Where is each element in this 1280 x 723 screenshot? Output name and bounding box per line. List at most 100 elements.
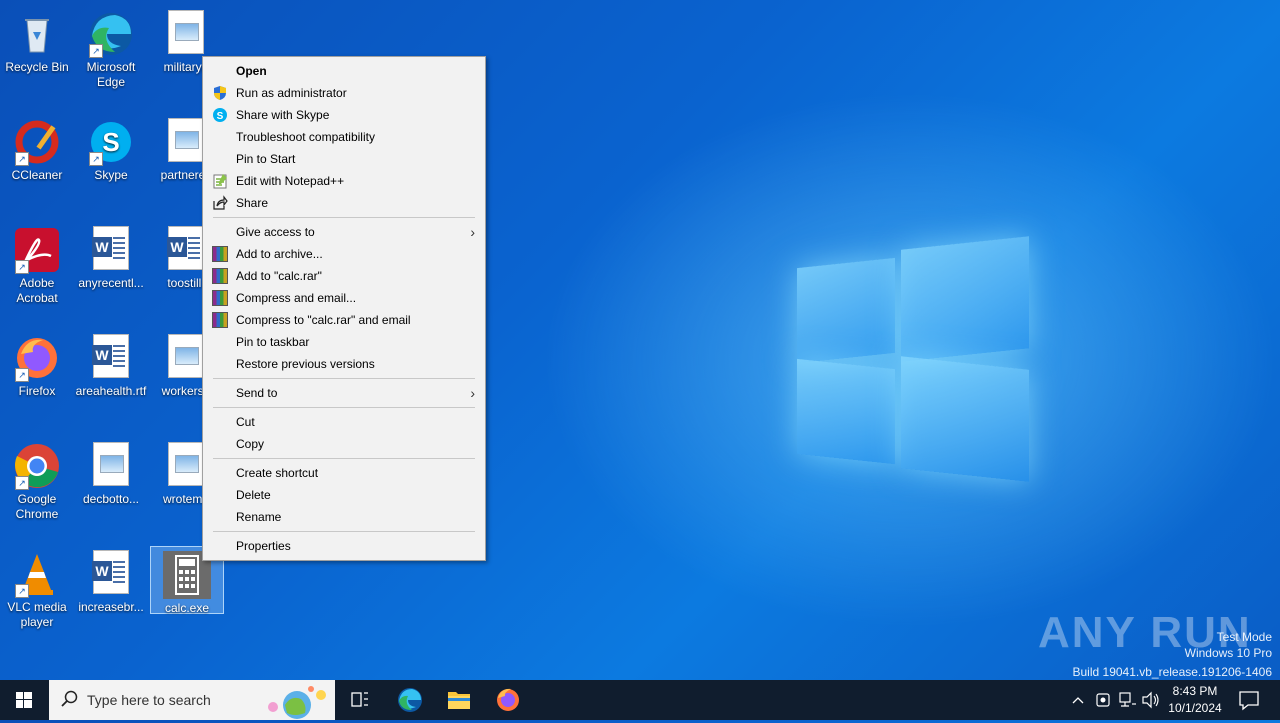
shortcut-arrow-icon: ↗ bbox=[15, 368, 29, 382]
menu-item-label: Open bbox=[236, 64, 267, 78]
menu-item-label: Send to bbox=[236, 386, 278, 400]
network-icon bbox=[1119, 692, 1136, 707]
desktop-icon-ccleaner[interactable]: ↗ CCleaner bbox=[1, 114, 73, 183]
desktop-icon-vlc[interactable]: ↗ VLC media player bbox=[1, 546, 73, 630]
taskbar-edge[interactable] bbox=[386, 680, 434, 720]
desktop-icon-firefox[interactable]: ↗ Firefox bbox=[1, 330, 73, 399]
svg-text:S: S bbox=[102, 127, 119, 157]
desktop-icon-recycle-bin[interactable]: Recycle Bin bbox=[1, 6, 73, 75]
word-document-icon: W bbox=[87, 334, 135, 382]
desktop-icon-label: VLC media player bbox=[7, 600, 67, 629]
build-label: Build 19041.vb_release.191206-1406 bbox=[1072, 665, 1273, 679]
menu-item-compress-to-calc-rar-and-email[interactable]: Compress to "calc.rar" and email bbox=[203, 309, 485, 331]
clock-date: 10/1/2024 bbox=[1168, 701, 1222, 715]
menu-item-delete[interactable]: Delete bbox=[203, 484, 485, 506]
desktop-icon-label: Microsoft Edge bbox=[86, 60, 136, 89]
menu-separator bbox=[213, 407, 475, 408]
show-hidden-icons-button[interactable] bbox=[1068, 680, 1088, 720]
notification-icon bbox=[1239, 691, 1259, 711]
start-button[interactable] bbox=[0, 680, 48, 720]
clock-time: 8:43 PM bbox=[1172, 684, 1218, 698]
shortcut-arrow-icon: ↗ bbox=[15, 260, 29, 274]
desktop-icon-anyrecentl[interactable]: W anyrecentl... bbox=[75, 222, 147, 291]
menu-item-pin-to-taskbar[interactable]: Pin to taskbar bbox=[203, 331, 485, 353]
edge-icon: ↗ bbox=[87, 10, 135, 58]
menu-item-give-access-to[interactable]: Give access to › bbox=[203, 221, 485, 243]
clock[interactable]: 8:43 PM 10/1/2024 bbox=[1166, 680, 1224, 720]
context-menu: Open Run as administrator S Share with S… bbox=[202, 56, 486, 561]
windows-start-icon bbox=[16, 692, 32, 708]
share-icon bbox=[212, 195, 228, 211]
network-button[interactable] bbox=[1116, 680, 1138, 720]
menu-item-pin-to-start[interactable]: Pin to Start bbox=[203, 148, 485, 170]
winrar-icon bbox=[212, 246, 228, 262]
menu-item-properties[interactable]: Properties bbox=[203, 535, 485, 557]
desktop-icon-skype[interactable]: S ↗ Skype bbox=[75, 114, 147, 183]
menu-item-label: Add to "calc.rar" bbox=[236, 269, 322, 283]
speaker-icon bbox=[1142, 691, 1159, 709]
skype-icon: S ↗ bbox=[87, 118, 135, 166]
uac-shield-icon bbox=[212, 85, 228, 101]
desktop-icon-adobe-acrobat[interactable]: ↗ Adobe Acrobat bbox=[1, 222, 73, 306]
firefox-icon bbox=[497, 688, 519, 711]
taskbar: Type here to search 8:43 PM 10/1/2024 bbox=[0, 680, 1280, 720]
menu-item-create-shortcut[interactable]: Create shortcut bbox=[203, 462, 485, 484]
menu-item-send-to[interactable]: Send to › bbox=[203, 382, 485, 404]
chevron-up-icon bbox=[1072, 697, 1084, 704]
menu-item-add-to-archive[interactable]: Add to archive... bbox=[203, 243, 485, 265]
adobe-acrobat-icon: ↗ bbox=[13, 226, 61, 274]
chrome-icon: ↗ bbox=[13, 442, 61, 490]
taskbar-file-explorer[interactable] bbox=[435, 680, 483, 720]
menu-separator bbox=[213, 458, 475, 459]
menu-item-share[interactable]: Share bbox=[203, 192, 485, 214]
menu-item-add-to-calc-rar[interactable]: Add to "calc.rar" bbox=[203, 265, 485, 287]
desktop-icon-label: decbotto... bbox=[82, 492, 140, 506]
desktop-icon-label: CCleaner bbox=[11, 168, 63, 182]
menu-separator bbox=[213, 217, 475, 218]
action-center-button[interactable] bbox=[1232, 680, 1272, 720]
menu-item-label: Add to archive... bbox=[236, 247, 323, 261]
menu-item-label: Properties bbox=[236, 539, 291, 553]
desktop-icon-label: areahealth.rtf bbox=[75, 384, 147, 398]
menu-item-open[interactable]: Open bbox=[203, 60, 485, 82]
menu-item-share-with-skype[interactable]: S Share with Skype bbox=[203, 104, 485, 126]
task-view-button[interactable] bbox=[336, 680, 384, 720]
menu-item-label: Share with Skype bbox=[236, 108, 330, 122]
menu-item-restore-previous-versions[interactable]: Restore previous versions bbox=[203, 353, 485, 375]
shortcut-arrow-icon: ↗ bbox=[89, 152, 103, 166]
chevron-right-icon: › bbox=[470, 224, 475, 240]
test-mode-label: Test Mode bbox=[1216, 630, 1272, 644]
image-file-icon bbox=[87, 442, 135, 490]
desktop-icon-google-chrome[interactable]: ↗ Google Chrome bbox=[1, 438, 73, 522]
chevron-right-icon: › bbox=[470, 385, 475, 401]
desktop-icon-areahealth[interactable]: W areahealth.rtf bbox=[75, 330, 147, 399]
desktop-icon-increasebr[interactable]: W increasebr... bbox=[75, 546, 147, 615]
menu-item-rename[interactable]: Rename bbox=[203, 506, 485, 528]
menu-item-edit-with-notepad[interactable]: Edit with Notepad++ bbox=[203, 170, 485, 192]
winrar-icon bbox=[212, 312, 228, 328]
desktop-icon-label: Adobe Acrobat bbox=[16, 276, 58, 305]
menu-item-run-as-administrator[interactable]: Run as administrator bbox=[203, 82, 485, 104]
search-box[interactable]: Type here to search bbox=[49, 680, 335, 720]
desktop-icon-microsoft-edge[interactable]: ↗ Microsoft Edge bbox=[75, 6, 147, 90]
menu-item-label: Run as administrator bbox=[236, 86, 347, 100]
menu-item-label: Give access to bbox=[236, 225, 315, 239]
taskbar-firefox[interactable] bbox=[484, 680, 532, 720]
skype-icon: S bbox=[212, 107, 228, 123]
search-highlight-icon bbox=[261, 683, 333, 722]
desktop-icon-decbotto[interactable]: decbotto... bbox=[75, 438, 147, 507]
tray-app-icon[interactable] bbox=[1092, 680, 1114, 720]
menu-item-label: Share bbox=[236, 196, 269, 210]
search-placeholder: Type here to search bbox=[87, 692, 211, 708]
menu-item-label: Edit with Notepad++ bbox=[236, 174, 345, 188]
shortcut-arrow-icon: ↗ bbox=[15, 476, 29, 490]
menu-item-copy[interactable]: Copy bbox=[203, 433, 485, 455]
shortcut-arrow-icon: ↗ bbox=[89, 44, 103, 58]
menu-item-label: Troubleshoot compatibility bbox=[236, 130, 375, 144]
menu-item-troubleshoot-compatibility[interactable]: Troubleshoot compatibility bbox=[203, 126, 485, 148]
menu-item-cut[interactable]: Cut bbox=[203, 411, 485, 433]
menu-item-compress-and-email[interactable]: Compress and email... bbox=[203, 287, 485, 309]
volume-button[interactable] bbox=[1140, 680, 1162, 720]
menu-item-label: Compress and email... bbox=[236, 291, 357, 305]
recycle-bin-icon bbox=[13, 10, 61, 58]
